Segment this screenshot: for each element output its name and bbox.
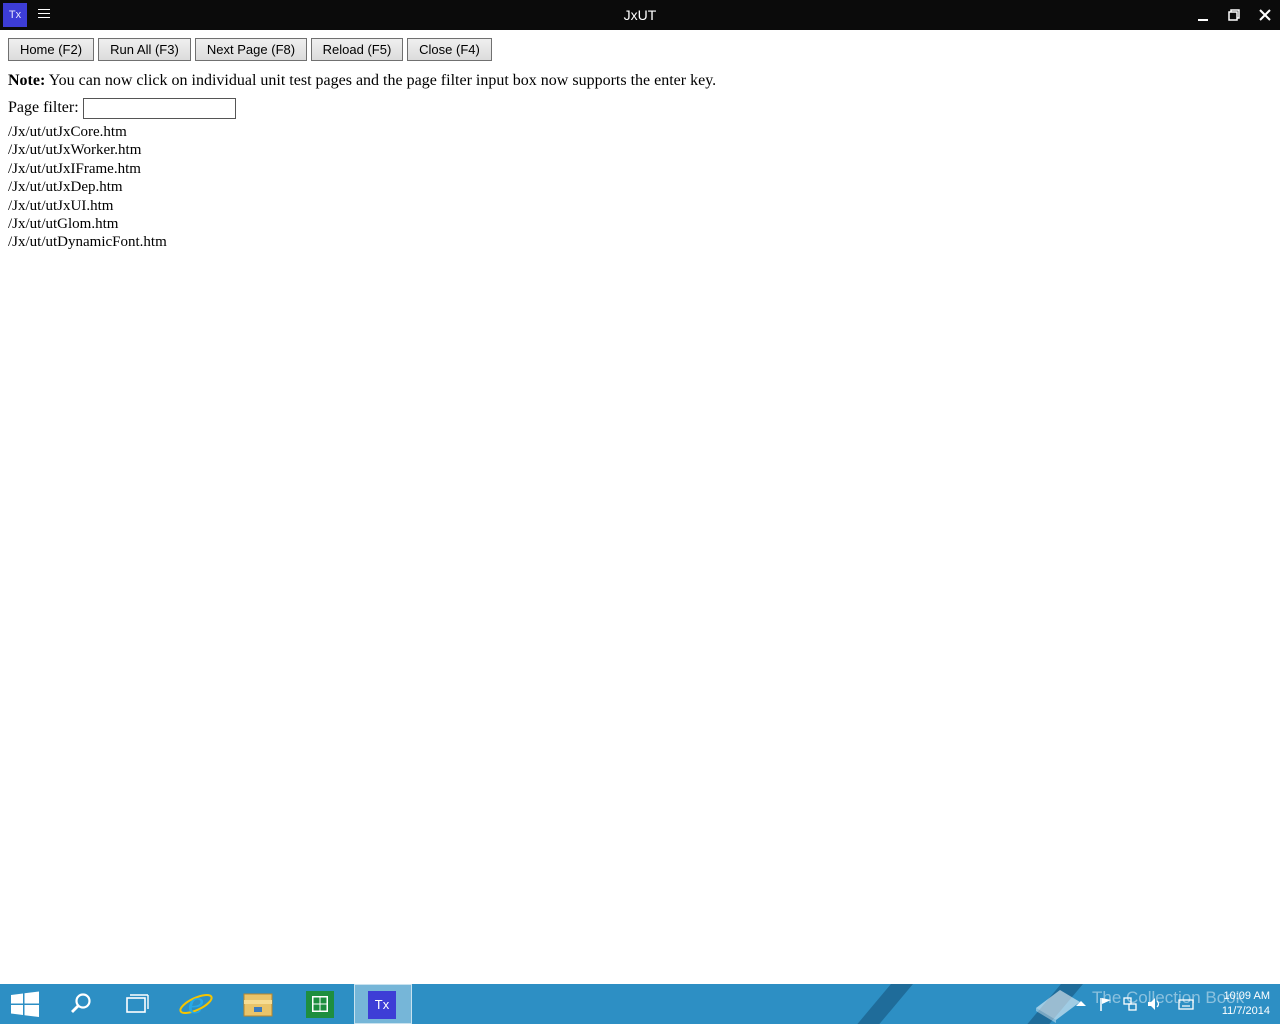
clock-date: 11/7/2014 — [1221, 1005, 1270, 1017]
close-window-button[interactable] — [1250, 0, 1280, 30]
internet-explorer-icon: e — [179, 987, 213, 1020]
taskbar: e Tx The Collection Book 10:09 AM 11/7/2… — [0, 984, 1280, 1024]
keyboard-icon[interactable] — [1178, 996, 1194, 1012]
tx-app-icon: Tx — [368, 991, 396, 1019]
task-view-icon — [126, 994, 149, 1013]
note-label: Note: — [8, 72, 46, 89]
run-all-button[interactable]: Run All (F3) — [98, 38, 191, 61]
restore-button[interactable] — [1219, 0, 1249, 30]
task-view-button[interactable] — [108, 984, 164, 1024]
file-explorer-button[interactable] — [230, 984, 286, 1024]
page-filter-label: Page filter: — [8, 99, 79, 116]
store-button[interactable] — [292, 984, 348, 1024]
list-item[interactable]: /Jx/ut/utJxDep.htm — [8, 178, 167, 196]
unit-test-page-list: /Jx/ut/utJxCore.htm /Jx/ut/utJxWorker.ht… — [8, 123, 167, 252]
list-item[interactable]: /Jx/ut/utGlom.htm — [8, 215, 167, 233]
list-item[interactable]: /Jx/ut/utJxWorker.htm — [8, 141, 167, 159]
store-icon — [306, 991, 334, 1018]
close-button[interactable]: Close (F4) — [407, 38, 492, 61]
home-button[interactable]: Home (F2) — [8, 38, 94, 61]
system-clock[interactable]: 10:09 AM 11/7/2014 — [1206, 989, 1270, 1019]
show-hidden-icons-icon[interactable] — [1073, 996, 1089, 1012]
start-button[interactable] — [0, 984, 56, 1024]
internet-explorer-button[interactable]: e — [168, 984, 224, 1024]
list-item[interactable]: /Jx/ut/utJxCore.htm — [8, 123, 167, 141]
list-item[interactable]: /Jx/ut/utJxIFrame.htm — [8, 160, 167, 178]
volume-icon[interactable] — [1146, 996, 1162, 1012]
restore-icon — [1228, 9, 1240, 21]
minimize-icon — [1198, 19, 1208, 21]
taskbar-decoration — [840, 984, 922, 1024]
window-title: JxUT — [623, 7, 657, 23]
search-icon — [71, 993, 91, 1013]
network-icon[interactable] — [1122, 996, 1138, 1012]
page-filter-input[interactable] — [83, 98, 236, 119]
tx-app-taskbar-button[interactable]: Tx — [354, 984, 412, 1024]
hamburger-menu-icon[interactable] — [38, 9, 50, 21]
close-icon — [1259, 9, 1271, 21]
search-button[interactable] — [52, 984, 108, 1024]
note-text: Note: You can now click on individual un… — [8, 72, 716, 90]
minimize-button[interactable] — [1188, 0, 1218, 30]
start-icon — [11, 991, 39, 1017]
file-explorer-icon — [243, 993, 273, 1017]
list-item[interactable]: /Jx/ut/utJxUI.htm — [8, 197, 167, 215]
action-center-flag-icon[interactable] — [1098, 996, 1114, 1012]
app-icon[interactable]: Tx — [3, 3, 27, 27]
list-item[interactable]: /Jx/ut/utDynamicFont.htm — [8, 233, 167, 251]
clock-time: 10:09 AM — [1223, 990, 1270, 1002]
svg-text:e: e — [188, 987, 205, 1020]
next-page-button[interactable]: Next Page (F8) — [195, 38, 307, 61]
title-bar: Tx JxUT — [0, 0, 1280, 30]
reload-button[interactable]: Reload (F5) — [311, 38, 403, 61]
note-body: You can now click on individual unit tes… — [45, 72, 717, 89]
